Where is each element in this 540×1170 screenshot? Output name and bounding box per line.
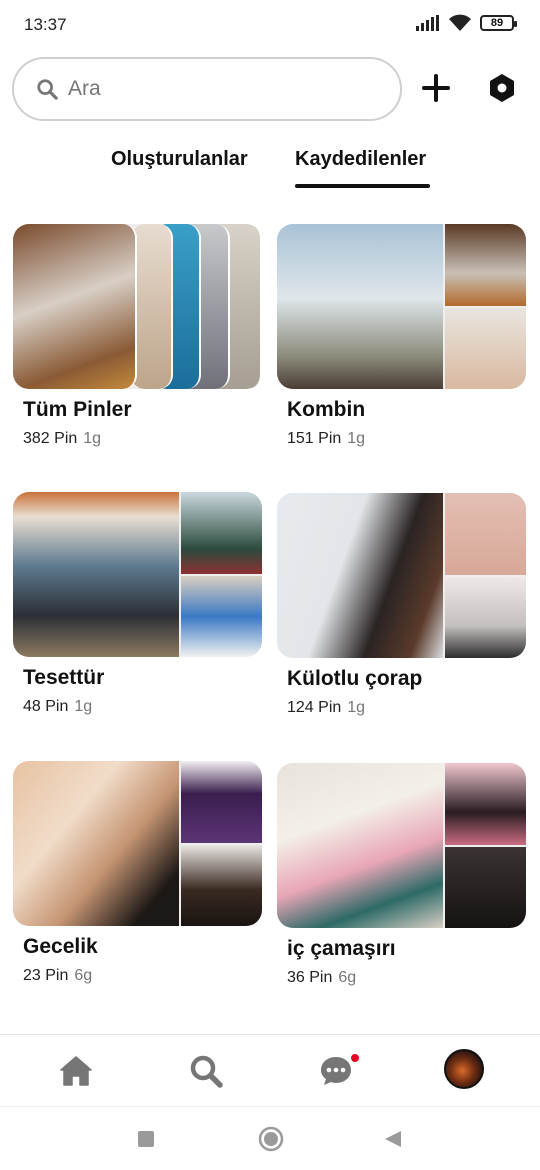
tab-created[interactable]: Oluşturulanlar <box>111 148 248 171</box>
search-icon <box>190 1055 223 1088</box>
notification-dot <box>350 1053 360 1063</box>
nav-search[interactable] <box>186 1051 226 1091</box>
board-age: 1g <box>347 699 366 716</box>
board-age: 1g <box>347 430 366 447</box>
home-icon <box>60 1056 92 1086</box>
tab-saved[interactable]: Kaydedilenler <box>295 148 426 171</box>
wifi-icon <box>449 14 471 31</box>
profile-tabs: Oluşturulanlar Kaydedilenler <box>0 146 540 192</box>
pin-count: 124 Pin <box>287 699 342 716</box>
board-card[interactable]: Kombin 151 Pin 1g <box>277 224 526 448</box>
active-tab-indicator <box>295 184 430 188</box>
recent-apps-button[interactable] <box>138 1131 154 1152</box>
cover-image <box>181 576 262 657</box>
board-card[interactable]: Külotlu çorap 124 Pin 1g <box>277 493 526 717</box>
cover-image <box>13 224 137 389</box>
pin-count: 23 Pin <box>23 967 69 984</box>
board-card[interactable]: Tesettür 48 Pin 1g <box>13 492 262 716</box>
board-cover <box>277 224 526 389</box>
cover-image <box>13 761 179 926</box>
square-icon <box>138 1131 154 1147</box>
cover-image <box>181 492 262 574</box>
board-card[interactable]: Gecelik 23 Pin 6g <box>13 761 262 985</box>
board-meta: 48 Pin 1g <box>23 698 262 716</box>
pin-count: 36 Pin <box>287 969 333 986</box>
cover-image <box>445 493 526 575</box>
cover-image <box>445 577 526 658</box>
board-meta: 36 Pin 6g <box>287 969 526 987</box>
board-meta: 151 Pin 1g <box>287 430 526 448</box>
nav-messages[interactable] <box>316 1051 360 1091</box>
battery-indicator: 89 <box>480 15 517 31</box>
plus-icon <box>422 74 450 102</box>
board-meta: 382 Pin 1g <box>23 430 262 448</box>
board-title: Tüm Pinler <box>23 398 132 421</box>
board-title: Kombin <box>287 398 366 421</box>
cover-image <box>181 761 262 843</box>
back-triangle-icon <box>385 1131 401 1147</box>
cover-image <box>13 492 179 657</box>
board-age: 6g <box>74 967 93 984</box>
board-cover <box>13 492 262 657</box>
nav-home[interactable] <box>56 1051 96 1091</box>
add-button[interactable] <box>418 70 454 106</box>
board-meta: 23 Pin 6g <box>23 967 262 985</box>
nav-profile-avatar[interactable] <box>444 1049 484 1089</box>
search-input[interactable]: Ara <box>12 57 402 121</box>
pin-count: 48 Pin <box>23 698 69 715</box>
board-age: 1g <box>74 698 93 715</box>
cover-image <box>277 224 443 389</box>
search-icon <box>37 79 58 100</box>
board-title: iç çamaşırı <box>287 937 396 960</box>
board-title: Gecelik <box>23 935 98 958</box>
search-placeholder: Ara <box>68 77 101 100</box>
cover-image <box>445 224 526 306</box>
home-system-button[interactable] <box>258 1126 284 1157</box>
cover-image <box>131 224 173 389</box>
board-card[interactable]: iç çamaşırı 36 Pin 6g <box>277 763 526 987</box>
status-time: 13:37 <box>24 15 67 34</box>
bottom-nav <box>0 1034 540 1106</box>
board-cover <box>13 761 262 926</box>
status-bar: 13:37 89 <box>0 0 540 50</box>
board-meta: 124 Pin 1g <box>287 699 526 717</box>
chat-bubble-icon <box>321 1057 351 1085</box>
board-title: Tesettür <box>23 666 105 689</box>
board-cover <box>277 763 526 928</box>
system-navigation-bar <box>0 1106 540 1170</box>
settings-icon <box>490 74 514 102</box>
status-icons: 89 <box>416 14 517 32</box>
board-age: 6g <box>338 969 357 986</box>
board-card[interactable]: Tüm Pinler 382 Pin 1g <box>13 224 262 448</box>
pin-count: 151 Pin <box>287 430 342 447</box>
board-title: Külotlu çorap <box>287 667 423 690</box>
cover-image <box>181 845 262 926</box>
pin-count: 382 Pin <box>23 430 78 447</box>
board-cover <box>13 224 262 389</box>
settings-button[interactable] <box>484 70 520 106</box>
cover-image <box>445 308 526 389</box>
cover-image <box>277 763 443 928</box>
cover-image <box>277 493 443 658</box>
board-age: 1g <box>83 430 102 447</box>
board-cover <box>277 493 526 658</box>
back-button[interactable] <box>384 1130 402 1153</box>
circle-icon <box>258 1126 284 1152</box>
signal-icon <box>416 15 439 31</box>
cover-image <box>445 763 526 845</box>
cover-image <box>445 847 526 928</box>
battery-level: 89 <box>490 17 504 29</box>
